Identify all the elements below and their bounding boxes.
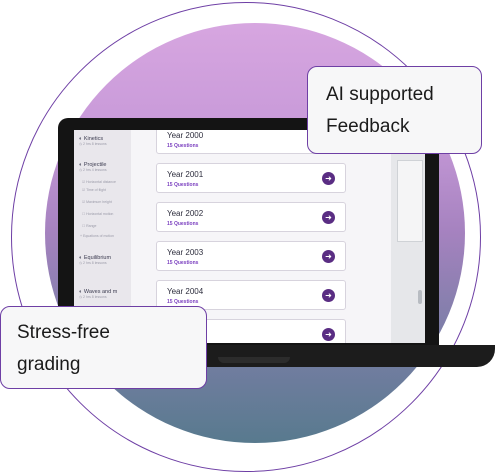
year-card[interactable]: Year 2003 15 Questions ➜ <box>156 241 346 271</box>
checkbox-icon: ☑ <box>82 180 86 184</box>
sidebar-section-kinetics[interactable]: ◐ Kinetics ◷ 2 hrs 8 lessons <box>79 136 107 146</box>
clock-icon: ◷ <box>79 142 83 146</box>
stress-free-callout: Stress-free grading <box>0 306 207 389</box>
year-title: Year 2003 <box>167 248 204 257</box>
section-meta: 2 hrs 8 lessons <box>83 295 107 299</box>
checkbox-icon: ☐ <box>82 212 86 216</box>
clock-icon: ◷ <box>79 295 83 299</box>
sidebar-section-projectile[interactable]: ◐ Projectile ◷ 2 hrs 4 lessons <box>79 162 107 172</box>
sidebar-item[interactable]: ☑ Horizontal distance <box>82 180 116 184</box>
year-card[interactable]: Year 2001 15 Questions ➜ <box>156 163 346 193</box>
clock-icon: ◷ <box>79 261 83 265</box>
scrollbar-thumb[interactable] <box>418 290 422 304</box>
checkbox-icon: ☐ <box>82 224 86 228</box>
question-count: 15 Questions <box>167 182 199 188</box>
sidebar-item[interactable]: ☑ Time of flight <box>82 188 106 192</box>
checkbox-icon: ☑ <box>82 188 86 192</box>
laptop-notch <box>218 357 290 363</box>
callout-line: Feedback <box>326 116 410 137</box>
callout-line: grading <box>17 354 81 375</box>
arrow-right-icon[interactable]: ➜ <box>322 289 335 302</box>
add-icon: + <box>80 234 83 238</box>
year-title: Year 2004 <box>167 287 204 296</box>
preview-pane <box>391 130 425 343</box>
ai-feedback-callout: AI supported Feedback <box>307 66 482 154</box>
year-title: Year 2001 <box>167 170 204 179</box>
section-meta: 2 hrs 8 lessons <box>83 261 107 265</box>
question-count: 15 Questions <box>167 221 199 227</box>
sidebar-item[interactable]: ☑ Maximum height <box>82 200 112 204</box>
sidebar-section-equilibrium[interactable]: ◐ Equilibrium ◷ 2 hrs 8 lessons <box>79 255 111 265</box>
question-count: 15 Questions <box>167 143 199 149</box>
callout-line: AI supported <box>326 84 434 105</box>
checkbox-icon: ☑ <box>82 200 86 204</box>
sidebar-item[interactable]: ☐ Range <box>82 224 96 228</box>
arrow-right-icon[interactable]: ➜ <box>322 328 335 341</box>
year-title: Year 2000 <box>167 131 204 140</box>
arrow-right-icon[interactable]: ➜ <box>322 211 335 224</box>
preview-image <box>397 160 423 242</box>
question-count: 15 Questions <box>167 299 199 305</box>
sidebar-section-waves[interactable]: ◐ Waves and m ◷ 2 hrs 8 lessons <box>79 289 117 299</box>
question-count: 15 Questions <box>167 260 199 266</box>
arrow-right-icon[interactable]: ➜ <box>322 250 335 263</box>
callout-line: Stress-free <box>17 322 110 343</box>
sidebar-footer-item[interactable]: + Equations of motion <box>80 234 114 238</box>
section-meta: 2 hrs 4 lessons <box>83 168 107 172</box>
arrow-right-icon[interactable]: ➜ <box>322 172 335 185</box>
section-meta: 2 hrs 8 lessons <box>83 142 107 146</box>
year-title: Year 2002 <box>167 209 204 218</box>
clock-icon: ◷ <box>79 168 83 172</box>
sidebar-item[interactable]: ☐ Horizontal motion <box>82 212 113 216</box>
year-card[interactable]: Year 2002 15 Questions ➜ <box>156 202 346 232</box>
